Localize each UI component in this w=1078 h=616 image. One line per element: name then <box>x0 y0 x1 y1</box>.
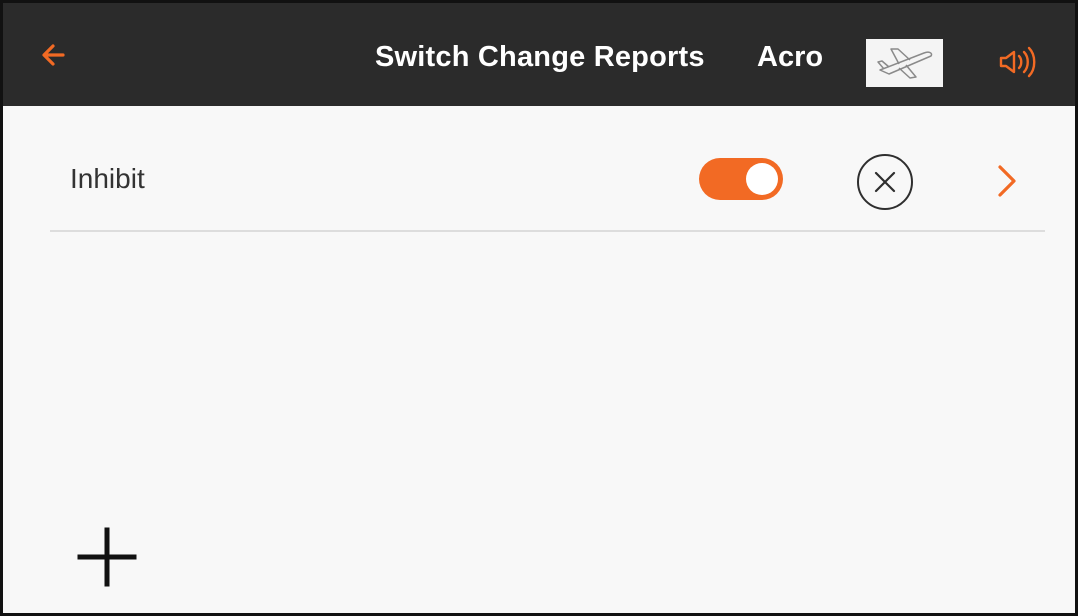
detail-button[interactable] <box>988 159 1024 203</box>
circle-x-icon <box>857 154 913 210</box>
back-button[interactable] <box>33 35 77 75</box>
page-title: Switch Change Reports <box>375 41 705 73</box>
header-bar: Switch Change Reports Acro <box>3 3 1075 106</box>
toggle-knob <box>746 163 778 195</box>
list-item[interactable]: Inhibit <box>50 125 1045 232</box>
arrow-left-icon <box>42 44 65 66</box>
model-name: Acro <box>757 41 824 73</box>
audio-button[interactable] <box>993 44 1039 80</box>
delete-button[interactable] <box>856 153 914 211</box>
inhibit-toggle[interactable] <box>699 158 783 200</box>
plus-icon <box>77 527 137 587</box>
model-image-button[interactable] <box>866 39 943 87</box>
speaker-icon <box>999 46 1036 78</box>
app-frame: Switch Change Reports Acro Inhibit <box>0 0 1078 616</box>
inhibit-label: Inhibit <box>70 163 145 194</box>
airplane-icon <box>877 48 933 79</box>
chevron-right-icon <box>998 165 1016 197</box>
add-button[interactable] <box>75 525 139 589</box>
